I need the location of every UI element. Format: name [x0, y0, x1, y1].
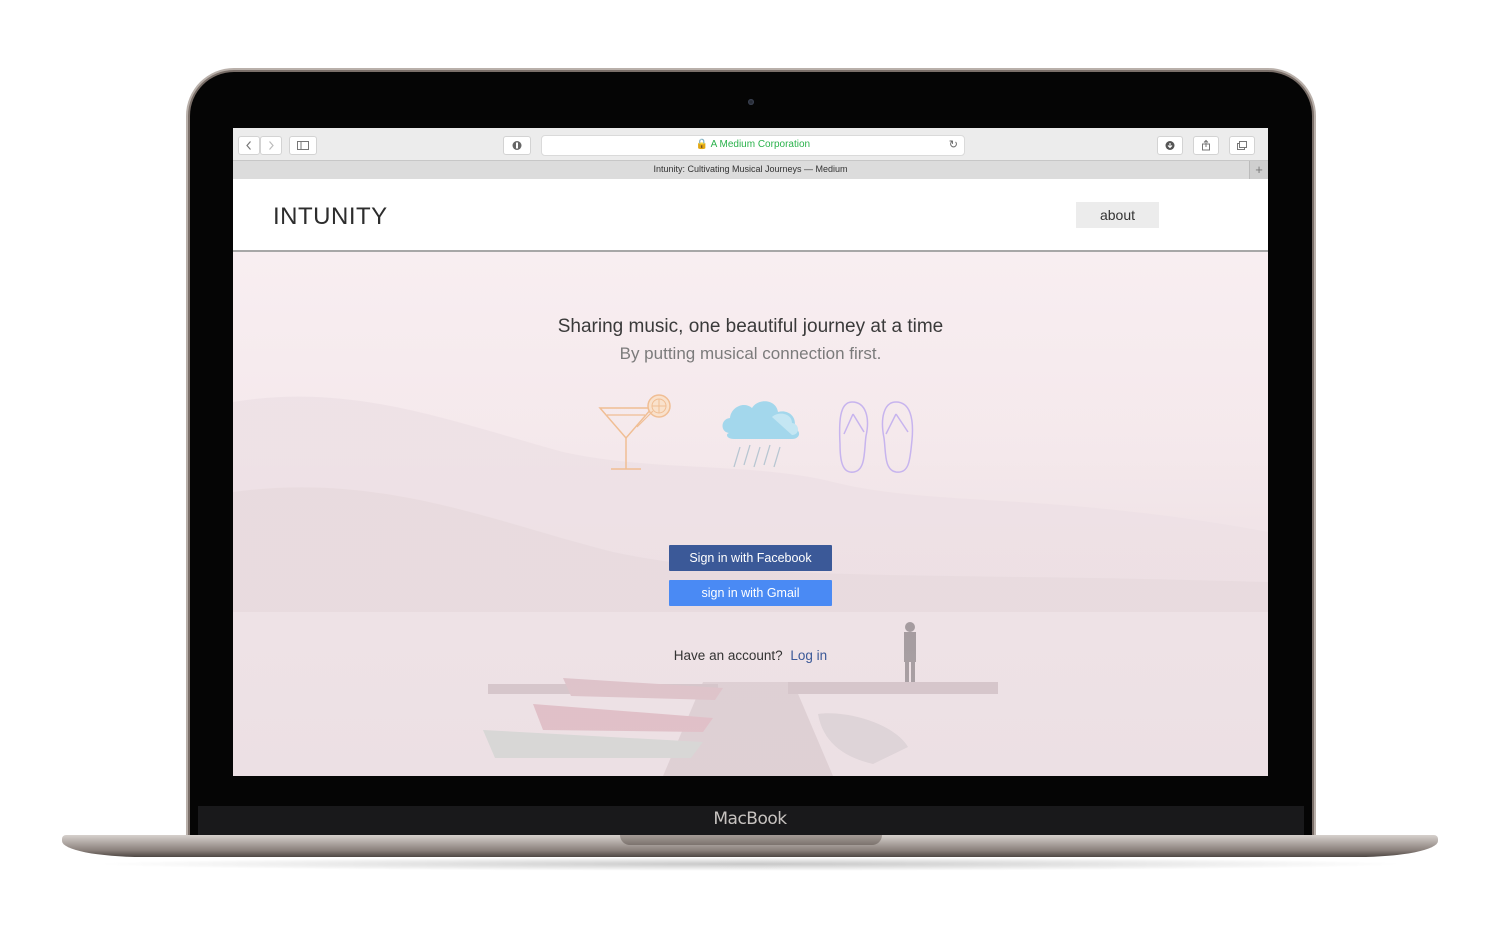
downloads-button[interactable] [1157, 136, 1183, 155]
rain-cloud-icon [722, 401, 800, 468]
browser-toolbar: 🔒 A Medium Corporation ↻ [233, 128, 1268, 160]
login-link[interactable]: Log in [790, 648, 827, 663]
chevron-left-icon [246, 141, 251, 150]
back-button[interactable] [238, 136, 260, 155]
shield-icon [512, 141, 522, 150]
tabs-button[interactable] [1229, 136, 1255, 155]
sidebar-icon [297, 141, 309, 150]
tabs-icon [1237, 141, 1247, 150]
address-bar[interactable]: 🔒 A Medium Corporation ↻ [541, 135, 965, 156]
sidebar-button[interactable] [289, 136, 317, 155]
camera-icon [748, 99, 754, 105]
tab-title[interactable]: Intunity: Cultivating Musical Journeys —… [233, 164, 1268, 174]
tab-bar: Intunity: Cultivating Musical Journeys —… [233, 160, 1268, 180]
screen: 🔒 A Medium Corporation ↻ Intunity: Culti… [233, 128, 1268, 776]
new-tab-button[interactable]: + [1249, 161, 1268, 179]
gmail-signin-button[interactable]: sign in with Gmail [669, 580, 832, 606]
download-icon [1165, 141, 1175, 150]
share-button[interactable] [1193, 136, 1219, 155]
hero-subline: By putting musical connection first. [619, 344, 882, 363]
share-icon [1202, 139, 1210, 151]
privacy-button[interactable] [503, 136, 531, 155]
address-text: 🔒 A Medium Corporation [542, 139, 964, 150]
site-logo[interactable]: INTUNITY [273, 203, 388, 231]
laptop-shadow [90, 857, 1410, 871]
laptop-notch [620, 835, 882, 845]
flip-flops-icon [838, 401, 914, 473]
brand-label: MacBook [713, 809, 787, 829]
forward-button[interactable] [260, 136, 282, 155]
facebook-signin-button[interactable]: Sign in with Facebook [669, 545, 832, 571]
lock-icon: 🔒 [695, 139, 709, 150]
chevron-right-icon [269, 141, 274, 150]
account-prompt-text: Have an account? [673, 648, 783, 663]
hero-headline: Sharing music, one beautiful journey at … [557, 316, 944, 337]
about-button[interactable]: about [1076, 202, 1159, 228]
site-header: INTUNITY about [233, 179, 1268, 252]
cocktail-icon [598, 394, 671, 470]
hero: Sharing music, one beautiful journey at … [233, 252, 1268, 776]
account-prompt: Have an account? Log in [233, 648, 1268, 663]
reload-icon[interactable]: ↻ [949, 138, 958, 151]
address-value: A Medium Corporation [710, 139, 811, 150]
